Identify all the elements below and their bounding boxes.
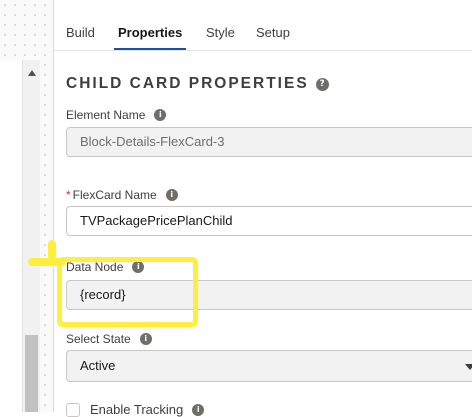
question-icon[interactable]: ? (315, 77, 329, 91)
enable-tracking-checkbox[interactable] (66, 402, 80, 417)
properties-panel: Build Properties Style Setup CHILD CARD … (53, 0, 472, 417)
element-name-label: Element Name i (66, 108, 167, 122)
panel-tabs: Build Properties Style Setup (54, 0, 472, 51)
select-state-dropdown[interactable]: Active (66, 350, 472, 382)
select-state-value: Active (80, 358, 116, 373)
tab-build[interactable]: Build (66, 0, 95, 49)
select-state-label-text: Select State (66, 332, 131, 346)
data-node-label-text: Data Node (66, 260, 124, 274)
tab-properties[interactable]: Properties (113, 0, 187, 50)
flexcard-name-label: * FlexCard Name i (66, 188, 178, 202)
info-icon[interactable]: i (132, 261, 145, 273)
tab-setup[interactable]: Setup (256, 0, 290, 49)
select-state-label: Select State i (66, 332, 152, 346)
section-title: CHILD CARD PROPERTIES ? (66, 75, 329, 93)
scroll-thumb[interactable] (25, 335, 38, 412)
info-icon[interactable]: i (192, 403, 205, 416)
left-panel (0, 60, 23, 412)
enable-tracking-row: Enable Tracking i (66, 402, 205, 417)
section-title-text: CHILD CARD PROPERTIES (66, 75, 309, 92)
required-marker: * (66, 188, 71, 202)
scroll-up-arrow-icon[interactable] (23, 66, 40, 80)
tab-style[interactable]: Style (206, 0, 235, 49)
info-icon[interactable]: i (165, 189, 178, 201)
data-node-label: Data Node i (66, 260, 145, 274)
info-icon[interactable]: i (139, 333, 152, 345)
element-name-label-text: Element Name (66, 108, 146, 122)
left-scrollbar[interactable] (22, 60, 40, 412)
info-icon[interactable]: i (154, 109, 167, 121)
element-name-field: Block-Details-FlexCard-3 (66, 127, 472, 157)
flexcard-name-label-text: FlexCard Name (72, 188, 157, 202)
data-node-field[interactable]: {record} (66, 280, 472, 310)
enable-tracking-label: Enable Tracking (90, 402, 184, 417)
chevron-down-icon[interactable] (465, 364, 472, 370)
flexcard-name-field[interactable]: TVPackagePricePlanChild (66, 206, 472, 236)
